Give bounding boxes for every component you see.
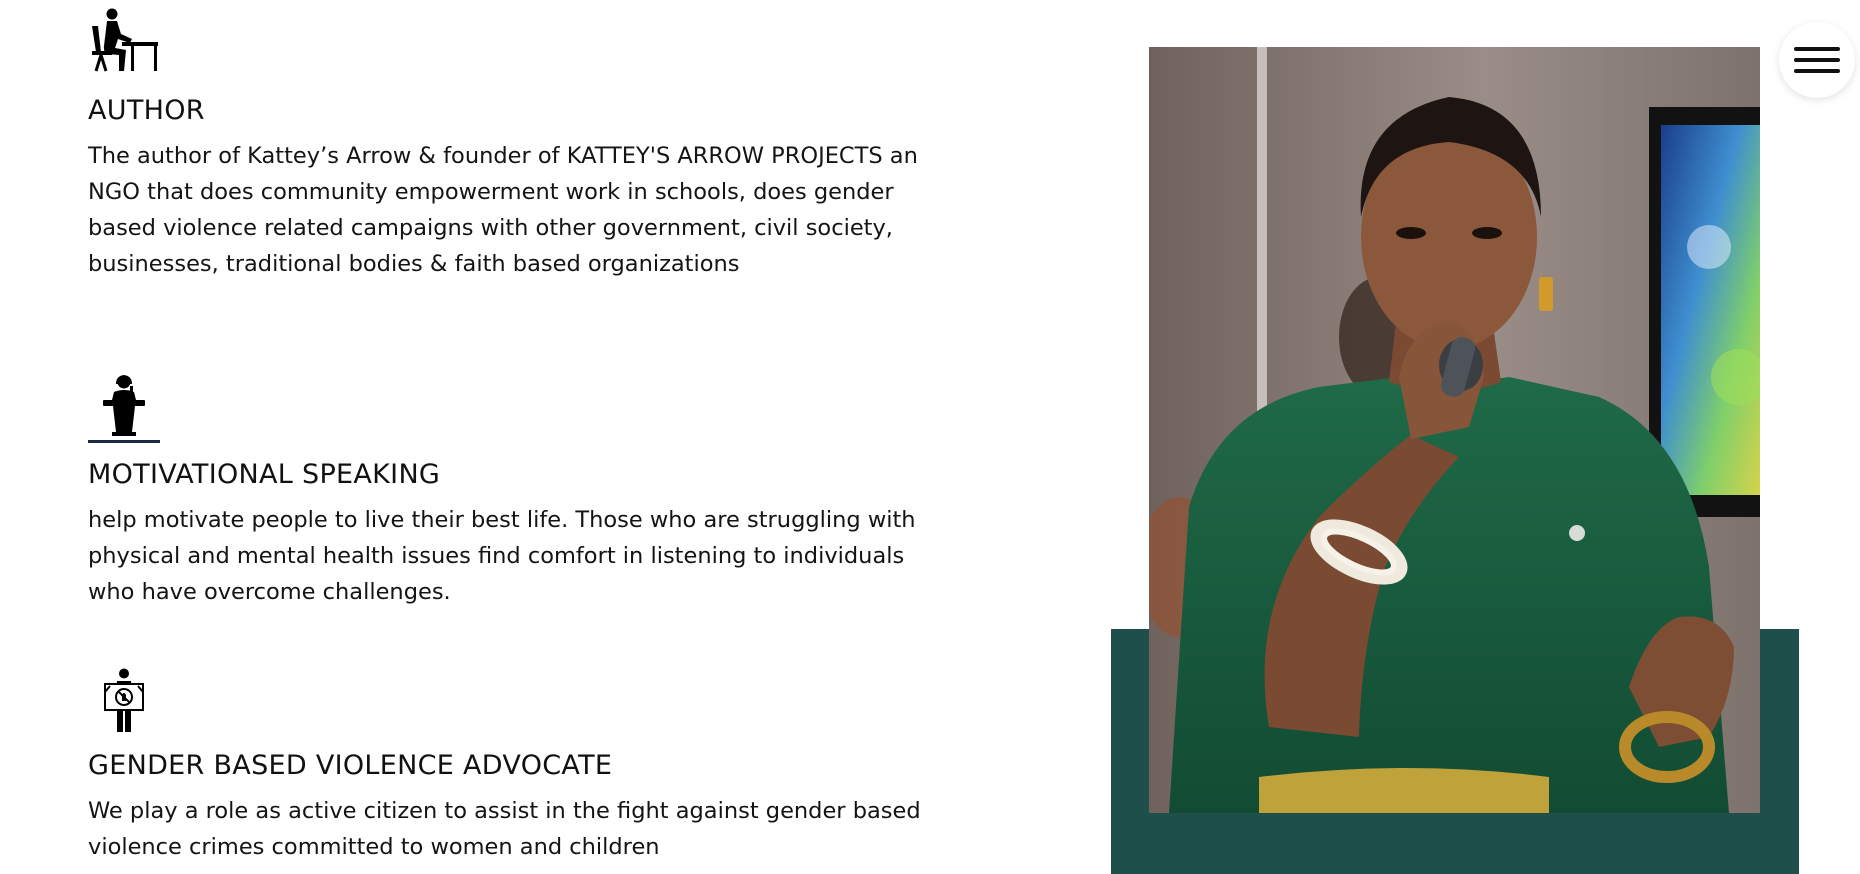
section-title: MOTIVATIONAL SPEAKING bbox=[88, 459, 441, 490]
section-text: The author of Kattey’s Arrow & founder o… bbox=[88, 143, 918, 277]
speaker-photo bbox=[1149, 47, 1760, 813]
hamburger-menu-icon bbox=[1794, 40, 1840, 80]
author-at-desk-icon bbox=[92, 8, 158, 72]
speaker-at-podium-icon bbox=[88, 375, 160, 443]
section-author: AUTHOR The author of Kattey’s Arrow & fo… bbox=[88, 8, 938, 282]
section-title: AUTHOR bbox=[88, 95, 205, 126]
page: AUTHOR The author of Kattey’s Arrow & fo… bbox=[0, 0, 1860, 874]
section-text: We play a role as active citizen to assi… bbox=[88, 798, 921, 860]
section-text: help motivate people to live their best … bbox=[88, 507, 916, 605]
section-motivational-speaking: MOTIVATIONAL SPEAKING help motivate peop… bbox=[88, 372, 938, 610]
section-title: GENDER BASED VIOLENCE ADVOCATE bbox=[88, 750, 613, 781]
person-with-sign-icon bbox=[104, 668, 144, 732]
speaker-photo-illustration bbox=[1149, 47, 1760, 813]
section-gbv-advocate: GENDER BASED VIOLENCE ADVOCATE We play a… bbox=[88, 668, 938, 865]
menu-button[interactable] bbox=[1779, 22, 1855, 98]
